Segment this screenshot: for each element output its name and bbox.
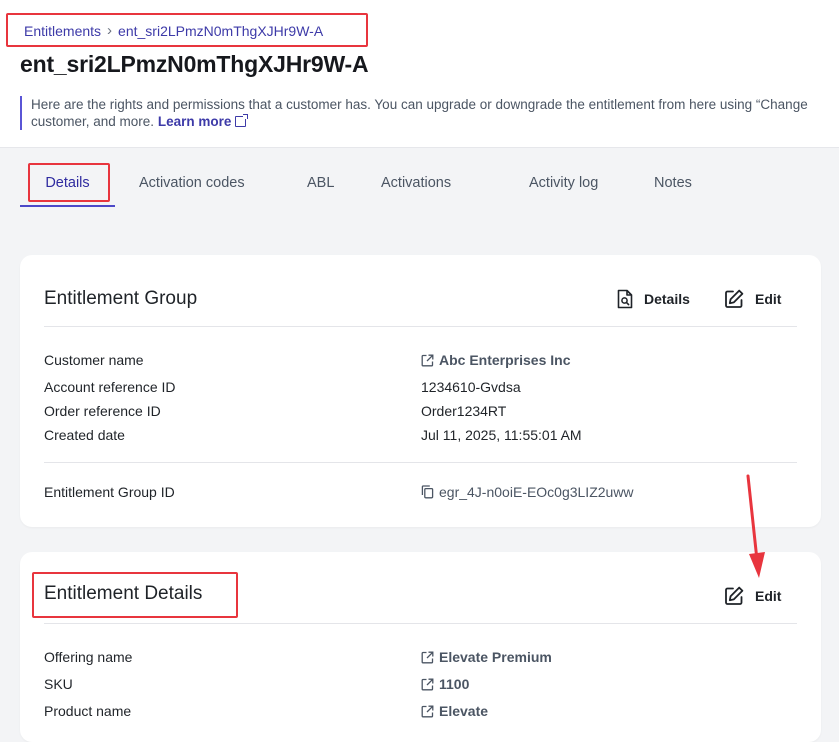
detail-row-account-reference-id: Account reference ID 1234610-Gvdsa xyxy=(44,379,797,399)
group-details-label: Details xyxy=(644,291,690,307)
row-label: Entitlement Group ID xyxy=(44,484,175,500)
group-edit-label: Edit xyxy=(755,291,782,307)
row-value: egr_4J-n0oiE-EOc0g3LIZ2uww xyxy=(439,484,634,500)
detail-row-order-reference-id: Order reference ID Order1234RT xyxy=(44,403,797,423)
document-search-icon xyxy=(617,289,633,309)
row-label: Offering name xyxy=(44,649,133,665)
row-value: Abc Enterprises Inc xyxy=(439,352,571,368)
row-label: Product name xyxy=(44,703,132,719)
divider xyxy=(44,326,797,327)
breadcrumb-current-link[interactable]: ent_sri2LPmzN0mThgXJHr9W-A xyxy=(118,23,323,39)
learn-more-label: Learn more xyxy=(157,114,232,129)
entitlement-group-card: Entitlement Group Details Edit Customer … xyxy=(20,255,821,527)
external-link-icon xyxy=(235,114,249,127)
external-link-icon xyxy=(421,678,434,690)
chevron-right-icon: › xyxy=(107,22,113,39)
detail-row-sku: SKU 1100 xyxy=(44,676,797,696)
entitlement-details-card: Entitlement Details Edit Offering name E… xyxy=(20,552,821,742)
group-edit-button[interactable]: Edit xyxy=(723,288,781,310)
annotation-arrow-icon xyxy=(746,474,765,578)
row-value: 1100 xyxy=(439,676,470,692)
external-link-icon xyxy=(421,705,434,717)
sku-link[interactable]: 1100 xyxy=(421,676,469,692)
row-label: SKU xyxy=(44,676,73,692)
detail-row-offering-name: Offering name Elevate Premium xyxy=(44,649,797,669)
edit-icon xyxy=(725,586,744,605)
offering-name-link[interactable]: Elevate Premium xyxy=(421,649,552,665)
customer-name-link[interactable]: Abc Enterprises Inc xyxy=(421,352,571,368)
detail-row-created-date: Created date Jul 11, 2025, 11:55:01 AM xyxy=(44,427,797,447)
product-name-link[interactable]: Elevate xyxy=(421,703,488,719)
entitlement-group-title: Entitlement Group xyxy=(44,288,198,309)
tab-activity-log[interactable]: Activity log xyxy=(527,162,652,204)
tab-abl[interactable]: ABL xyxy=(291,162,379,204)
entitlement-details-title: Entitlement Details xyxy=(44,583,203,604)
row-value: Elevate xyxy=(439,703,489,719)
external-link-icon xyxy=(421,354,434,366)
group-details-button[interactable]: Details xyxy=(616,289,690,309)
detail-row-entitlement-group-id: Entitlement Group ID egr_4J-n0oiE-EOc0g3… xyxy=(44,484,797,504)
breadcrumb: Entitlements › ent_sri2LPmzN0mThgXJHr9W-… xyxy=(24,22,323,39)
page-title: ent_sri2LPmzN0mThgXJHr9W-A xyxy=(20,51,369,77)
info-text-line-1: Here are the rights and permissions that… xyxy=(31,97,808,112)
row-value: Order1234RT xyxy=(421,403,507,419)
detail-row-product-name: Product name Elevate xyxy=(44,703,797,723)
group-id-copy[interactable]: egr_4J-n0oiE-EOc0g3LIZ2uww xyxy=(421,484,634,500)
external-link-icon xyxy=(421,651,434,663)
details-edit-button[interactable]: Edit xyxy=(723,585,781,607)
row-value: Elevate Premium xyxy=(439,649,552,665)
row-value: Jul 11, 2025, 11:55:01 AM xyxy=(421,427,582,443)
copy-icon xyxy=(421,485,434,499)
row-label: Created date xyxy=(44,427,125,443)
tab-activation-codes[interactable]: Activation codes xyxy=(115,162,291,204)
row-label: Order reference ID xyxy=(44,403,161,419)
row-label: Customer name xyxy=(44,352,144,368)
edit-icon xyxy=(725,289,744,308)
details-edit-label: Edit xyxy=(755,588,782,604)
breadcrumb-entitlements-link[interactable]: Entitlements xyxy=(24,23,101,39)
info-banner: Here are the rights and permissions that… xyxy=(20,96,839,130)
detail-row-customer-name: Customer name Abc Enterprises Inc xyxy=(44,352,797,372)
row-value: 1234610-Gvdsa xyxy=(421,379,521,395)
info-text-end: customer, and more. xyxy=(31,114,155,129)
divider xyxy=(44,623,797,624)
page-header: Entitlements › ent_sri2LPmzN0mThgXJHr9W-… xyxy=(0,0,839,148)
tab-details[interactable]: Details xyxy=(20,162,115,207)
divider xyxy=(44,462,797,463)
tab-bar: Details Activation codes ABL Activations… xyxy=(20,162,732,207)
learn-more-link[interactable]: Learn more xyxy=(157,114,249,129)
info-text-line-2: customer, and more. Learn more xyxy=(31,113,839,130)
tab-notes[interactable]: Notes xyxy=(652,162,732,204)
row-label: Account reference ID xyxy=(44,379,176,395)
tab-activations[interactable]: Activations xyxy=(379,162,527,204)
